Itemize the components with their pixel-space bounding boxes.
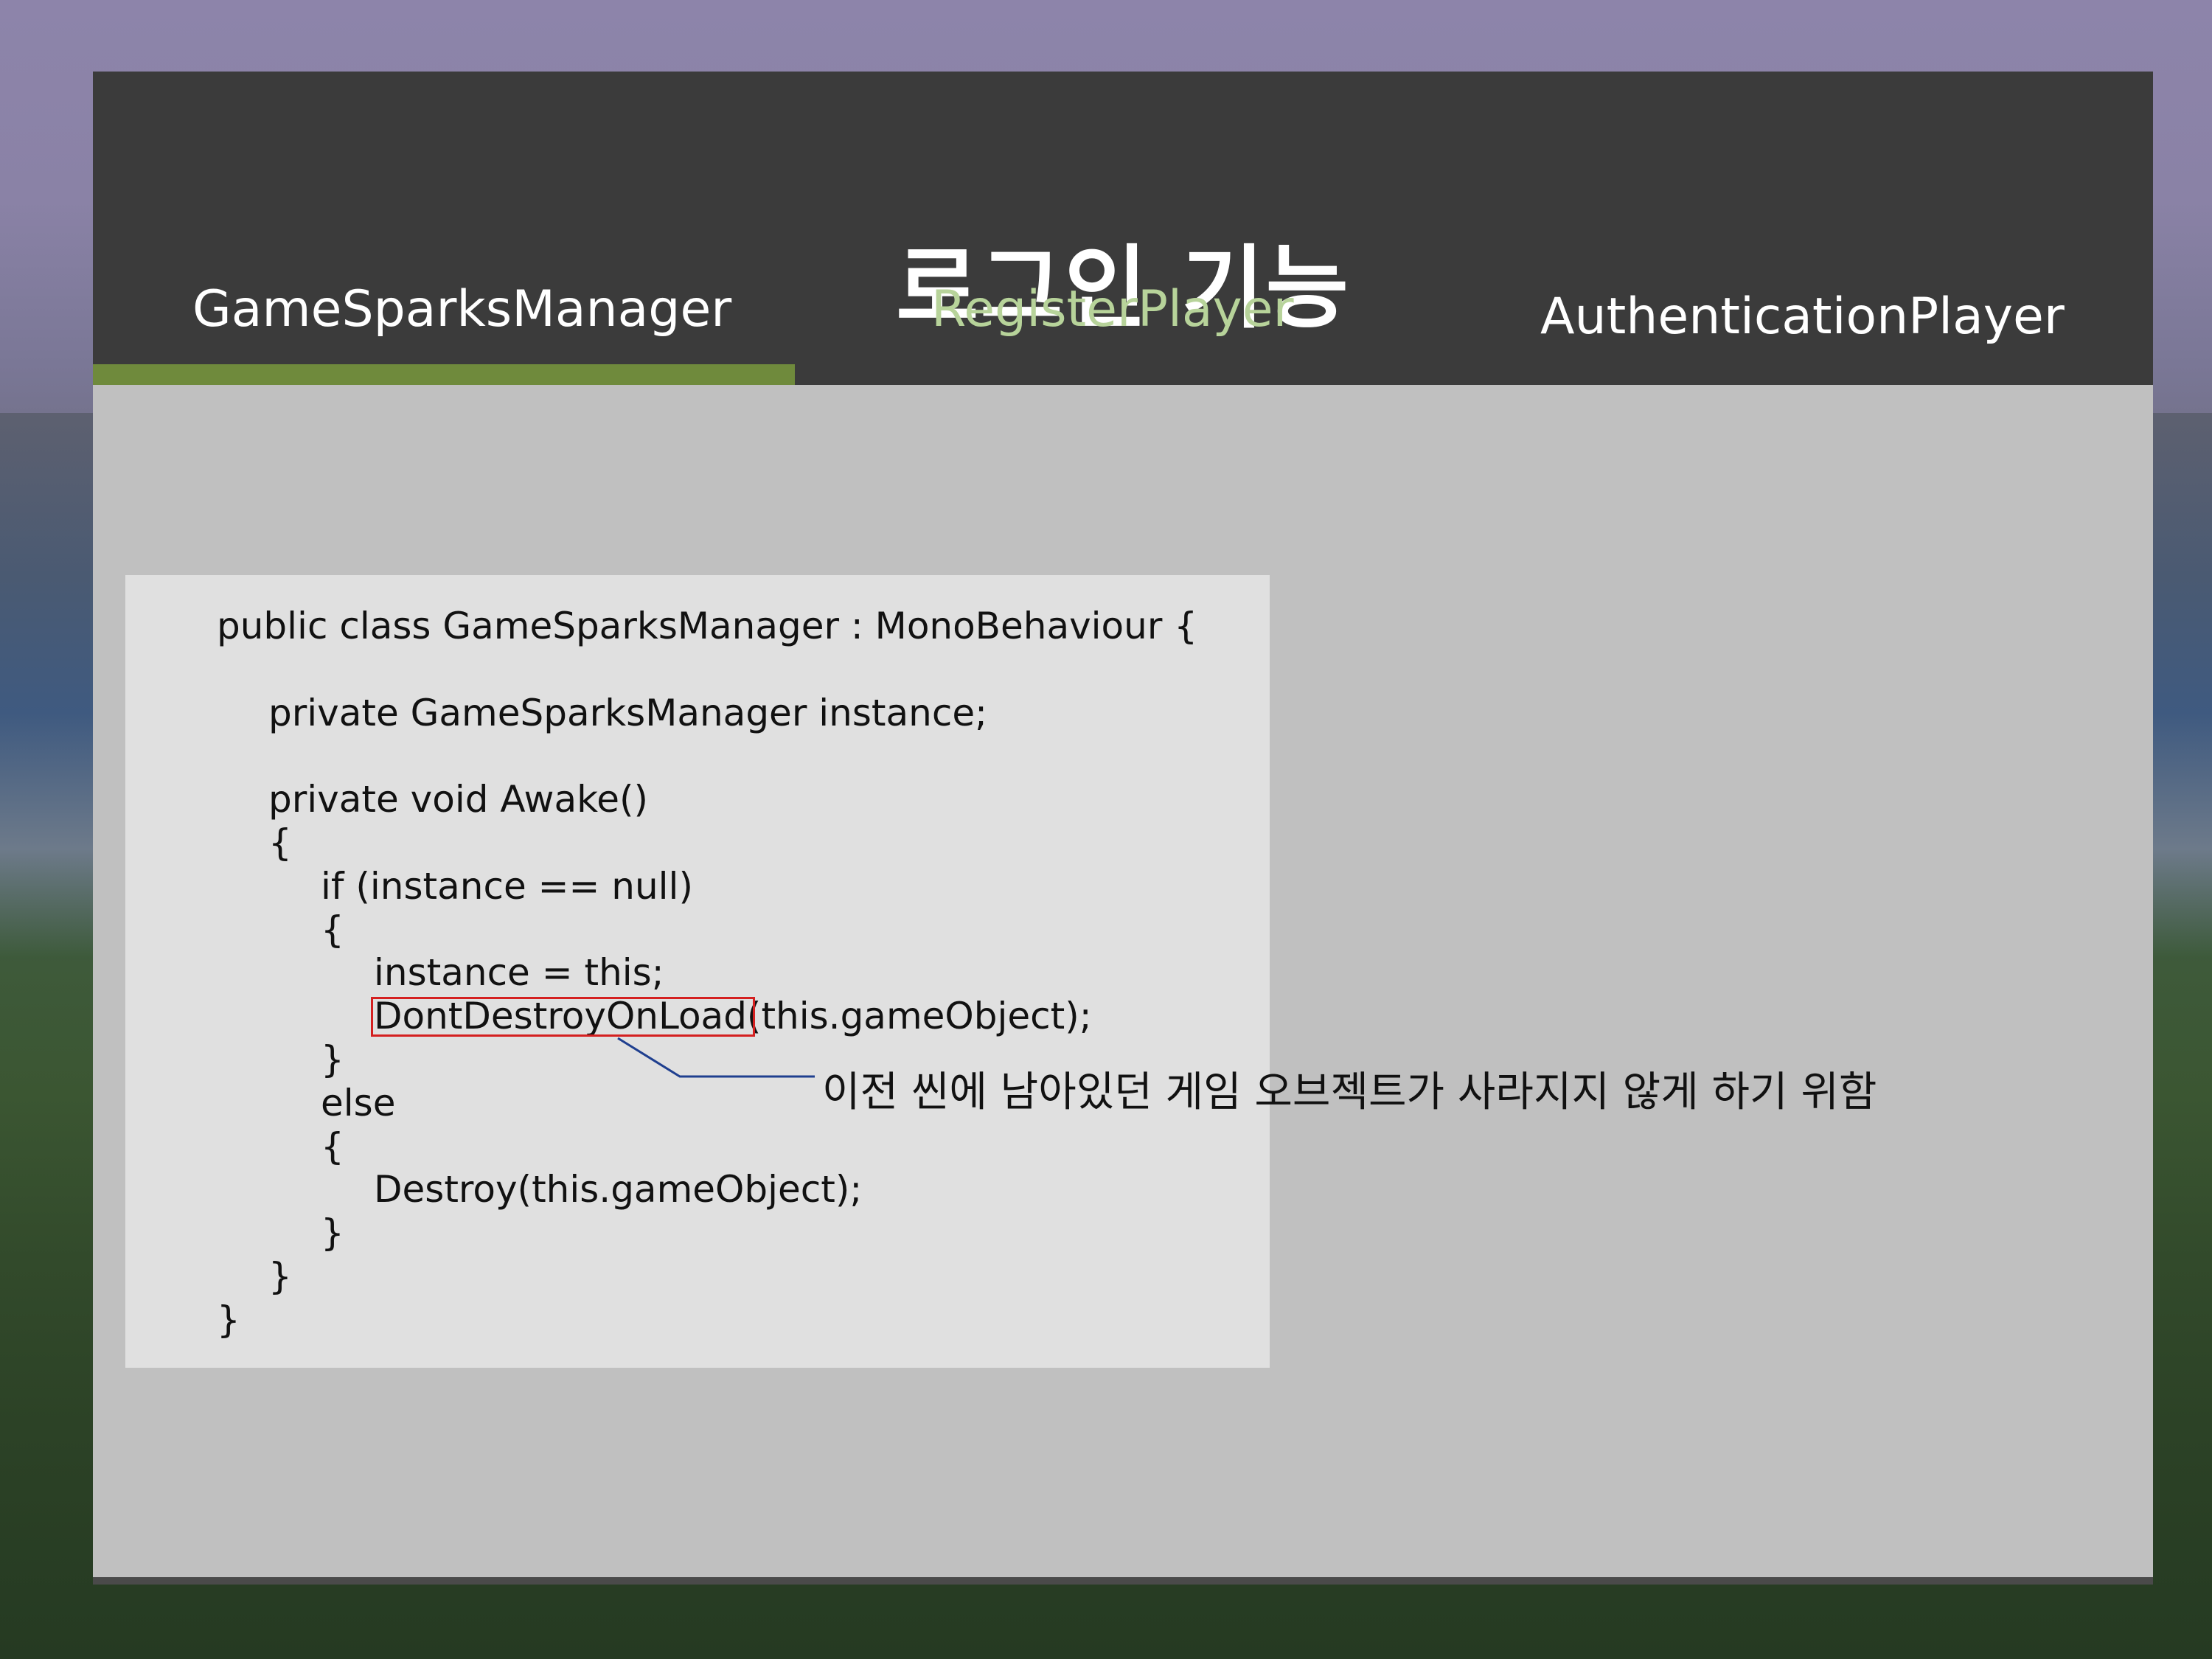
slide-header: 로그인 기능 GameSparksManager RegisterPlayer … (93, 72, 2153, 385)
code-line: } (321, 1211, 344, 1254)
tab-authenticationplayer[interactable]: AuthenticationPlayer (1540, 288, 2065, 346)
code-line: } (268, 1255, 292, 1298)
highlight-box (371, 997, 755, 1037)
code-line: private void Awake() (268, 778, 649, 821)
code-line: Destroy(this.gameObject); (374, 1168, 863, 1211)
code-line: instance = this; (374, 951, 664, 994)
code-line: private GameSparksManager instance; (268, 692, 987, 734)
code-line: } (217, 1298, 240, 1341)
code-line: } (321, 1038, 344, 1081)
code-line: else (321, 1082, 396, 1124)
stadium-stand-left (0, 413, 96, 959)
code-line: { (268, 821, 292, 864)
tab-registerplayer[interactable]: RegisterPlayer (931, 280, 1294, 338)
code-line: { (321, 1125, 344, 1168)
active-tab-indicator (93, 364, 795, 385)
code-line: if (instance == null) (321, 865, 693, 908)
code-line: { (321, 908, 344, 951)
annotation-text: 이전 씬에 남아있던 게임 오브젝트가 사라지지 않게 하기 위함 (822, 1068, 1877, 1116)
tab-gamesparksmanager[interactable]: GameSparksManager (192, 280, 731, 338)
code-line: public class GameSparksManager : MonoBeh… (217, 605, 1198, 647)
